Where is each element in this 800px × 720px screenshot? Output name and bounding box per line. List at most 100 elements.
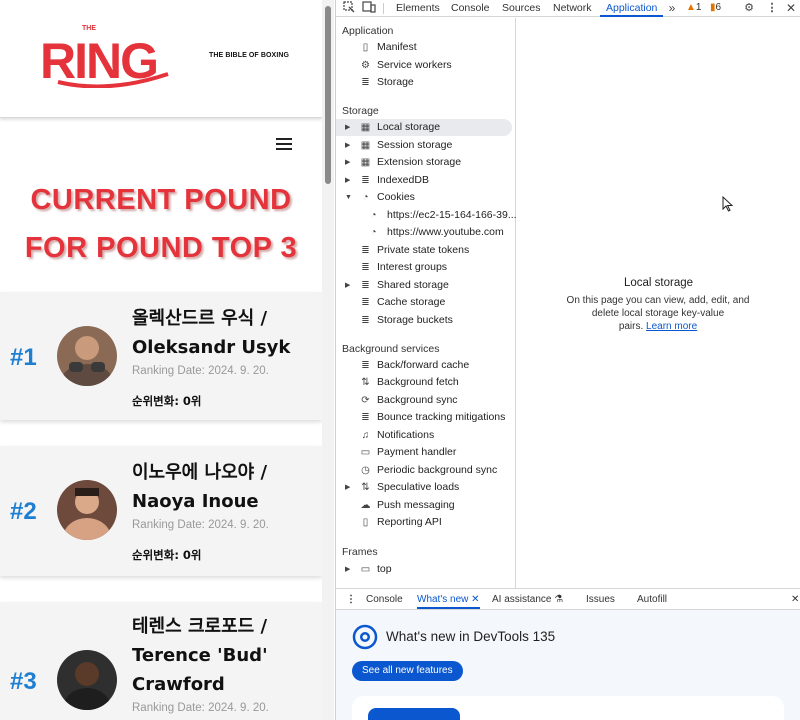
hero-line-2: FOR POUND TOP 3 bbox=[24, 232, 298, 264]
expand-arrow-icon[interactable]: ▶ bbox=[345, 154, 350, 171]
close-icon[interactable]: ✕ bbox=[784, 1, 798, 15]
rank-number: #2 bbox=[10, 498, 37, 525]
sidebar-item-label: IndexedDB bbox=[377, 174, 429, 186]
sidebar-item-bounce-tracking[interactable]: ≣ Bounce tracking mitigations bbox=[336, 409, 516, 426]
site-tagline: THE BIBLE OF BOXING bbox=[209, 52, 290, 59]
chevron-double-right-icon[interactable]: » bbox=[665, 1, 679, 15]
feature-card[interactable] bbox=[352, 696, 784, 720]
inspect-element-icon[interactable] bbox=[342, 1, 356, 15]
description-line: delete local storage key-value bbox=[591, 308, 725, 319]
drawer-tab-label: What's new bbox=[417, 594, 469, 605]
learn-more-link[interactable]: Learn more bbox=[646, 321, 697, 332]
tab-sources[interactable]: Sources bbox=[502, 1, 541, 17]
tab-console[interactable]: Console bbox=[451, 1, 490, 17]
fighter-card[interactable]: #3 테렌스 크로포드 / Terence 'Bud' Crawford Ran… bbox=[0, 602, 322, 720]
sidebar-item-background-sync[interactable]: ⟳ Background sync bbox=[336, 392, 516, 409]
ranking-date: Ranking Date: 2024. 9. 20. bbox=[132, 365, 269, 377]
expand-arrow-icon[interactable]: ▶ bbox=[345, 479, 350, 496]
sidebar-item-interest-groups[interactable]: ≣ Interest groups bbox=[336, 259, 516, 276]
sidebar-item-label: Shared storage bbox=[377, 279, 449, 291]
sidebar-item-label: Private state tokens bbox=[377, 244, 470, 256]
cloud-icon: ☁ bbox=[360, 500, 371, 511]
fighter-avatar bbox=[57, 326, 117, 386]
application-sidebar: Application ▯ Manifest ⚙ Service workers… bbox=[336, 18, 517, 588]
toolbar-separator bbox=[383, 3, 384, 14]
sidebar-item-service-workers[interactable]: ⚙ Service workers bbox=[336, 57, 516, 74]
issue-count: 6 bbox=[715, 2, 722, 13]
more-options-icon[interactable]: ⋮ bbox=[765, 1, 779, 15]
fighter-name-en: Oleksandr Usyk bbox=[132, 337, 291, 358]
sidebar-item-storage-buckets[interactable]: ≣ Storage buckets bbox=[336, 312, 516, 329]
fighter-avatar bbox=[57, 650, 117, 710]
expand-arrow-icon[interactable]: ▶ bbox=[345, 561, 350, 578]
sidebar-item-label: Local storage bbox=[377, 121, 441, 133]
sidebar-item-back-forward-cache[interactable]: ≣ Back/forward cache bbox=[336, 357, 516, 374]
sidebar-item-speculative-loads[interactable]: ▶ ⇅ Speculative loads bbox=[336, 479, 516, 496]
tab-network[interactable]: Network bbox=[553, 1, 592, 17]
frame-icon: ▭ bbox=[360, 564, 371, 575]
sidebar-item-background-fetch[interactable]: ⇅ Background fetch bbox=[336, 374, 516, 391]
sidebar-item-cookies[interactable]: ▼ ◔ Cookies bbox=[336, 189, 516, 206]
gear-icon[interactable]: ⚙ bbox=[742, 1, 756, 15]
sidebar-item-payment-handler[interactable]: ▭ Payment handler bbox=[336, 444, 516, 461]
device-toggle-icon[interactable] bbox=[362, 1, 376, 15]
sidebar-item-indexeddb[interactable]: ▶ ≣ IndexedDB bbox=[336, 172, 516, 189]
sidebar-item-notifications[interactable]: ♫ Notifications bbox=[336, 427, 516, 444]
sidebar-item-shared-storage[interactable]: ▶ ≣ Shared storage bbox=[336, 277, 516, 294]
sidebar-item-cookie-ec2[interactable]: ◔ https://ec2-15-164-166-39... bbox=[336, 207, 516, 224]
sidebar-item-label: Reporting API bbox=[377, 516, 442, 528]
ring-logo[interactable]: THE RING bbox=[38, 22, 180, 89]
page-scrollbar-thumb[interactable] bbox=[325, 6, 331, 184]
warning-indicator[interactable]: ▲1 bbox=[686, 2, 701, 15]
sidebar-item-push-messaging[interactable]: ☁ Push messaging bbox=[336, 497, 516, 514]
drawer-tab-issues[interactable]: Issues bbox=[586, 593, 615, 609]
expand-arrow-icon[interactable]: ▶ bbox=[345, 137, 350, 154]
cookie-icon: ◔ bbox=[370, 227, 377, 238]
issues-indicator[interactable]: ▮6 bbox=[710, 2, 721, 15]
database-icon: ≣ bbox=[361, 412, 370, 423]
sidebar-item-manifest[interactable]: ▯ Manifest bbox=[336, 39, 516, 56]
close-icon[interactable]: ✕ bbox=[471, 594, 479, 605]
drawer-tab-bar: ⋮ Console What's new ✕ AI assistance ⚗ I… bbox=[336, 588, 800, 610]
sidebar-item-extension-storage[interactable]: ▶ ▦ Extension storage bbox=[336, 154, 516, 171]
database-icon: ≣ bbox=[361, 245, 370, 256]
drawer-tab-console[interactable]: Console bbox=[366, 593, 403, 609]
sidebar-item-storage[interactable]: ≣ Storage bbox=[336, 74, 516, 91]
sidebar-item-cookie-youtube[interactable]: ◔ https://www.youtube.com bbox=[336, 224, 516, 241]
expand-arrow-icon[interactable]: ▶ bbox=[345, 277, 350, 294]
sidebar-item-session-storage[interactable]: ▶ ▦ Session storage bbox=[336, 137, 516, 154]
fighter-card[interactable]: #2 이노우에 나오야 / Naoya Inoue Ranking Date: … bbox=[0, 446, 322, 576]
sidebar-item-reporting-api[interactable]: ▯ Reporting API bbox=[336, 514, 516, 531]
expand-arrow-icon[interactable]: ▶ bbox=[345, 119, 350, 136]
tab-application[interactable]: Application bbox=[600, 1, 664, 17]
hero-heading: CURRENT POUND FOR POUND TOP 3 bbox=[0, 176, 322, 272]
drawer-menu-icon[interactable]: ⋮ bbox=[346, 593, 356, 609]
drawer-tab-whats-new[interactable]: What's new ✕ bbox=[417, 593, 480, 609]
sidebar-item-private-state-tokens[interactable]: ≣ Private state tokens bbox=[336, 242, 516, 259]
sidebar-item-label: Background sync bbox=[377, 394, 458, 406]
sidebar-item-cache-storage[interactable]: ≣ Cache storage bbox=[336, 294, 516, 311]
drawer-tab-ai-assistance[interactable]: AI assistance ⚗ bbox=[492, 593, 563, 609]
fighter-name: 올렉산드르 우식 / Oleksandr Usyk bbox=[132, 304, 317, 362]
section-application: Application bbox=[342, 25, 394, 37]
ranking-date: Ranking Date: 2024. 9. 20. bbox=[132, 519, 269, 531]
sidebar-item-frame-top[interactable]: ▶ ▭ top bbox=[336, 561, 516, 578]
drawer-close-icon[interactable]: ✕ bbox=[791, 593, 799, 609]
cookie-icon: ◔ bbox=[362, 192, 369, 203]
chrome-devtools-logo-icon bbox=[352, 624, 378, 650]
sidebar-item-local-storage[interactable]: ▶ ▦ Local storage bbox=[336, 119, 512, 136]
tab-elements[interactable]: Elements bbox=[396, 1, 440, 17]
clock-icon: ◷ bbox=[361, 465, 370, 476]
menu-hamburger-icon[interactable] bbox=[276, 138, 292, 152]
sidebar-item-periodic-sync[interactable]: ◷ Periodic background sync bbox=[336, 462, 516, 479]
description-line: pairs. bbox=[618, 321, 644, 332]
drawer-tab-autofill[interactable]: Autofill bbox=[637, 593, 667, 609]
fighter-card[interactable]: #1 올렉산드르 우식 / Oleksandr Usyk Ranking Dat… bbox=[0, 292, 322, 420]
sidebar-item-label: top bbox=[377, 563, 392, 575]
see-all-features-button[interactable]: See all new features bbox=[352, 661, 463, 681]
database-icon: ≣ bbox=[361, 280, 370, 291]
collapse-arrow-icon[interactable]: ▼ bbox=[345, 189, 352, 206]
rank-number: #1 bbox=[10, 344, 37, 371]
sidebar-item-label: Notifications bbox=[377, 429, 435, 441]
expand-arrow-icon[interactable]: ▶ bbox=[345, 172, 350, 189]
